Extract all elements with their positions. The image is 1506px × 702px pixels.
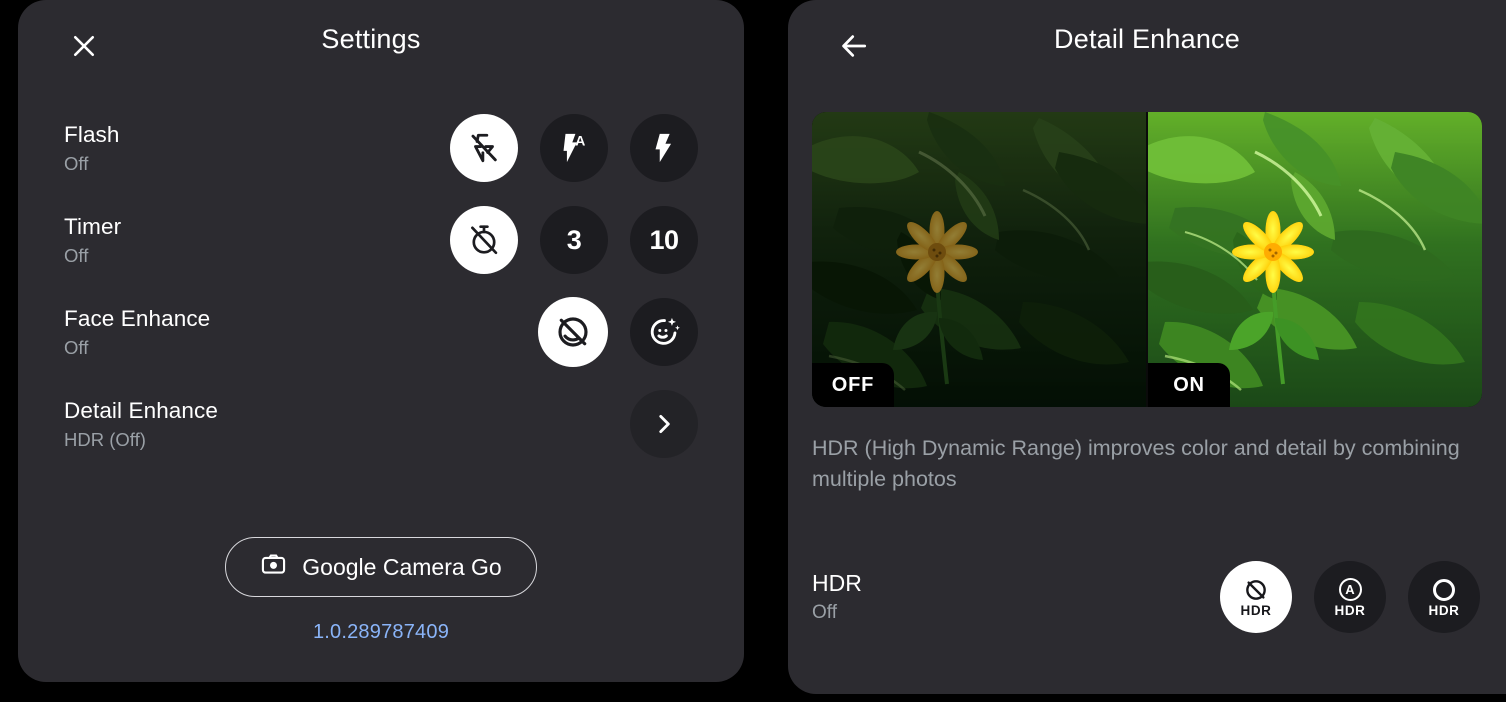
- hdr-off-button[interactable]: HDR: [1220, 561, 1292, 633]
- setting-value: Off: [64, 152, 89, 174]
- timer-3s-button[interactable]: 3: [540, 206, 608, 274]
- app-screen: Settings Flash Off A Timer Off 3 10 Face…: [0, 0, 1506, 702]
- google-camera-go-button[interactable]: Google Camera Go: [225, 537, 537, 597]
- hdr-auto-letter: A: [1338, 578, 1362, 602]
- face-off-icon: [554, 313, 592, 351]
- camera-icon: [260, 551, 287, 584]
- hdr-options: HDR A HDR HDR: [1220, 561, 1480, 633]
- comparison-half-off: OFF: [812, 112, 1146, 407]
- comparison-label-on: ON: [1148, 363, 1230, 407]
- settings-panel: Settings Flash Off A Timer Off 3 10 Face…: [18, 0, 744, 682]
- google-camera-go-label: Google Camera Go: [302, 553, 502, 580]
- timer-3s-label: 3: [566, 224, 582, 255]
- flash-options: A: [450, 114, 698, 182]
- setting-texts: Timer Off: [64, 213, 450, 268]
- hdr-auto-icon: A: [1338, 577, 1362, 603]
- hdr-off-caption: HDR: [1240, 602, 1272, 618]
- flash-on-icon: [647, 131, 681, 165]
- face-enhance-options: [538, 297, 698, 367]
- face-enhance-off-button[interactable]: [538, 297, 608, 367]
- hdr-texts: HDR Off: [812, 568, 1220, 626]
- setting-row-timer[interactable]: Timer Off 3 10: [18, 194, 744, 286]
- setting-texts: Detail Enhance HDR (Off): [64, 397, 630, 452]
- setting-texts: Face Enhance Off: [64, 305, 538, 360]
- detail-enhance-options: [630, 390, 698, 458]
- face-enhance-on-button[interactable]: [630, 298, 698, 366]
- timer-off-icon: [467, 223, 501, 257]
- face-sparkle-icon: [646, 314, 682, 350]
- svg-text:A: A: [575, 134, 585, 150]
- setting-row-face-enhance[interactable]: Face Enhance Off: [18, 286, 744, 378]
- flash-on-button[interactable]: [630, 114, 698, 182]
- detail-enhance-open-button[interactable]: [630, 390, 698, 458]
- timer-off-button[interactable]: [450, 206, 518, 274]
- setting-value: HDR (Off): [64, 428, 146, 450]
- hdr-on-caption: HDR: [1428, 602, 1460, 618]
- setting-texts: Flash Off: [64, 121, 450, 176]
- setting-row-flash[interactable]: Flash Off A: [18, 102, 744, 194]
- settings-list: Flash Off A Timer Off 3 10 Face Enhance …: [18, 88, 744, 470]
- hdr-auto-button[interactable]: A HDR: [1314, 561, 1386, 633]
- setting-row-detail-enhance[interactable]: Detail Enhance HDR (Off): [18, 378, 744, 470]
- hdr-auto-caption: HDR: [1334, 602, 1366, 618]
- version-label[interactable]: 1.0.289787409: [18, 621, 744, 644]
- setting-label: Detail Enhance: [64, 397, 218, 423]
- page-title: Settings: [321, 24, 421, 54]
- setting-label: Face Enhance: [64, 305, 211, 331]
- setting-value: Off: [64, 244, 89, 266]
- settings-footer: Google Camera Go 1.0.289787409: [18, 537, 744, 644]
- flash-off-button[interactable]: [450, 114, 518, 182]
- timer-options: 3 10: [450, 206, 698, 274]
- flash-auto-button[interactable]: A: [540, 114, 608, 182]
- comparison-label-off: OFF: [812, 363, 894, 407]
- flash-off-icon: [467, 131, 501, 165]
- chevron-right-icon: [651, 411, 677, 437]
- hdr-description: HDR (High Dynamic Range) improves color …: [812, 436, 1460, 491]
- settings-header: Settings: [18, 0, 744, 88]
- setting-label: Timer: [64, 213, 122, 239]
- hdr-on-ring: [1433, 578, 1455, 601]
- hdr-on-icon: [1433, 577, 1455, 603]
- hdr-comparison-preview: OFF ON: [812, 112, 1482, 407]
- hdr-off-icon: [1243, 577, 1269, 603]
- hdr-setting-row[interactable]: HDR Off HDR A HDR HDR: [812, 542, 1480, 652]
- comparison-half-on: ON: [1146, 112, 1482, 407]
- hdr-label: HDR: [812, 570, 862, 596]
- flash-auto-icon: A: [557, 131, 591, 165]
- setting-value: Off: [64, 336, 89, 358]
- detail-enhance-panel: Detail Enhance OFF ON HDR (High Dynamic …: [788, 0, 1506, 694]
- detail-enhance-header: Detail Enhance: [788, 0, 1506, 88]
- timer-10s-label: 10: [649, 224, 679, 255]
- hdr-on-button[interactable]: HDR: [1408, 561, 1480, 633]
- timer-10s-button[interactable]: 10: [630, 206, 698, 274]
- setting-label: Flash: [64, 121, 120, 147]
- page-title: Detail Enhance: [1054, 24, 1240, 54]
- hdr-value: Off: [812, 602, 837, 623]
